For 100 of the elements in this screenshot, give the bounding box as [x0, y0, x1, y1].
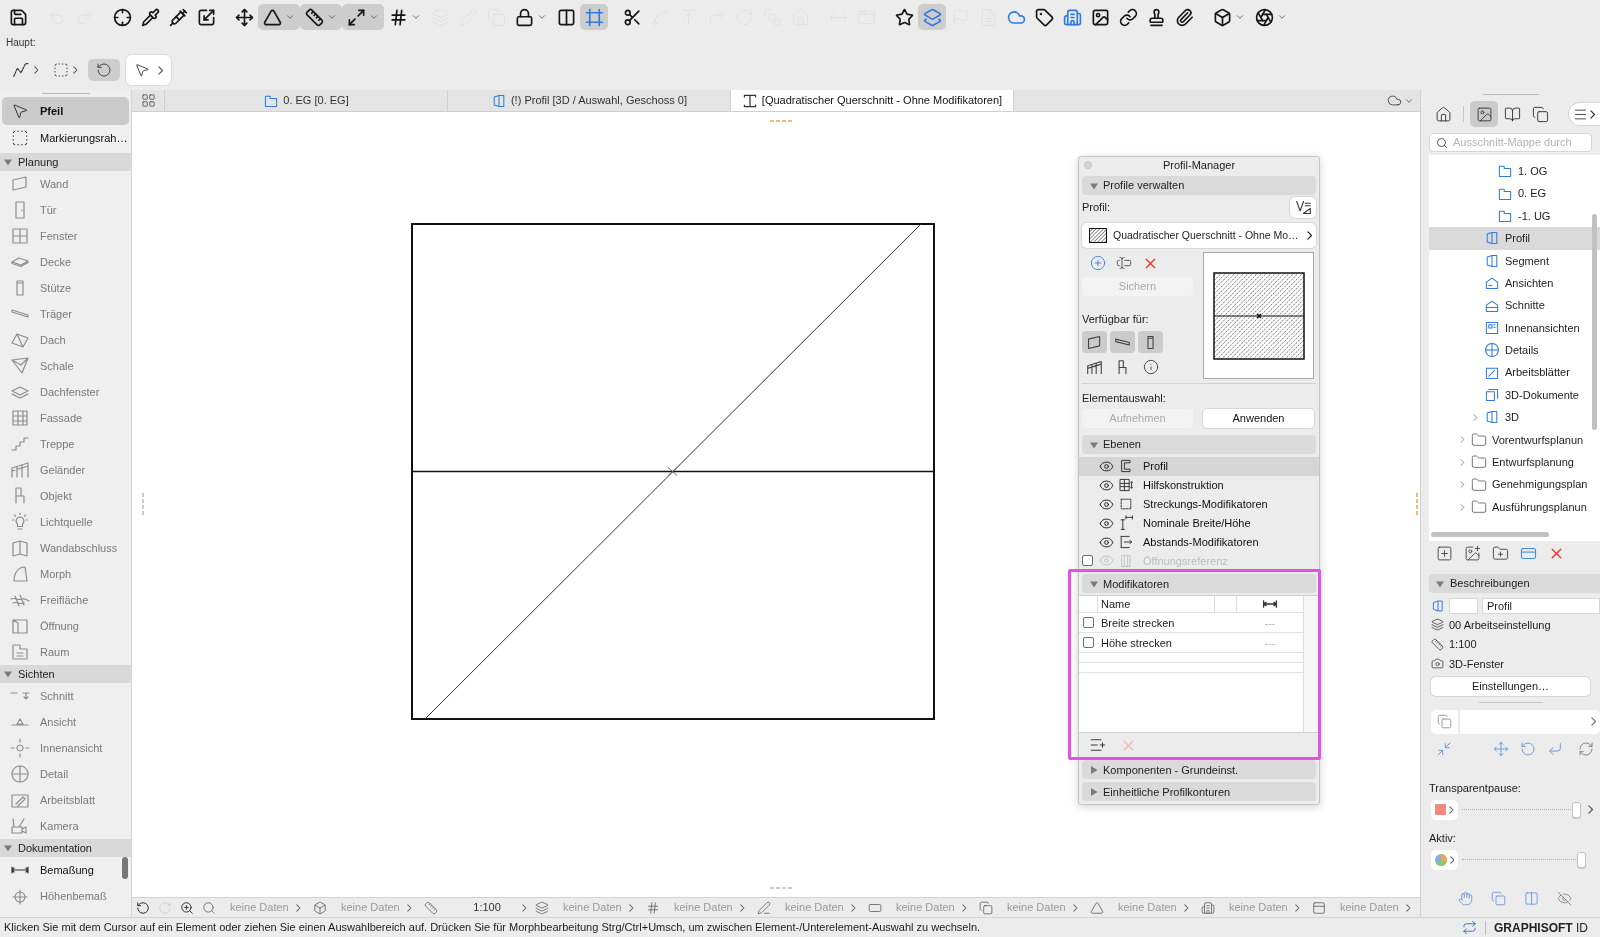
- tree-item[interactable]: Entwurfsplanung: [1429, 451, 1600, 474]
- frame-icon: [584, 7, 604, 27]
- section-header[interactable]: Einheitliche Profilkonturen: [1082, 782, 1316, 802]
- cube-icon: [313, 900, 327, 915]
- tree-item[interactable]: Genehmigungsplan: [1429, 473, 1600, 496]
- aperture-icon: [1255, 7, 1274, 27]
- section-header[interactable]: Komponenten - Grundeinst.: [1082, 760, 1316, 780]
- chevron-icon: [850, 903, 856, 912]
- tool-item[interactable]: Markierungsrah…: [2, 125, 129, 151]
- caret-icon: [369, 12, 379, 22]
- tree-item[interactable]: Schnitte: [1429, 294, 1600, 317]
- caret-icon: [4, 670, 12, 678]
- chevron-icon: [1449, 805, 1454, 814]
- folder-icon: [1471, 431, 1487, 448]
- search-field[interactable]: Ausschnitt-Mappe durch: [1429, 133, 1592, 152]
- layer-item[interactable]: Abstands-Modifikatoren: [1079, 532, 1319, 552]
- selection-button[interactable]: Anwenden: [1203, 409, 1314, 428]
- toggle-button[interactable]: [88, 59, 120, 81]
- rotate-right-icon: [158, 900, 172, 915]
- checkbox[interactable]: [1083, 637, 1094, 649]
- element-type-button[interactable]: [1110, 331, 1135, 353]
- layer-item[interactable]: Nominale Breite/Höhe: [1079, 513, 1319, 533]
- group-header[interactable]: Dokumentation: [0, 839, 131, 857]
- hatch-swatch-icon: [1089, 228, 1107, 243]
- layers-icon: [535, 900, 549, 915]
- section-header[interactable]: Profile verwalten: [1082, 176, 1316, 195]
- slider-track[interactable]: [1462, 851, 1586, 868]
- profile-options-button[interactable]: [1290, 196, 1316, 218]
- tree-item[interactable]: 3D: [1429, 406, 1600, 429]
- account-label: GRAPHISOFT ID: [1494, 919, 1589, 937]
- checkbox[interactable]: [1082, 555, 1093, 567]
- ruler-icon: [1431, 637, 1444, 651]
- slider-thumb[interactable]: [1577, 851, 1586, 868]
- tree-item[interactable]: Profil: [1429, 227, 1600, 250]
- tree-item[interactable]: Innenansichten: [1429, 316, 1600, 340]
- picture-icon: [1475, 105, 1493, 123]
- color-swatch-icon: [1435, 804, 1447, 815]
- slider-thumb[interactable]: [1572, 801, 1581, 818]
- tab[interactable]: [Quadratischer Querschnitt - Ohne Modifikatoren]: [731, 90, 1014, 111]
- element-type-button[interactable]: [1138, 331, 1163, 353]
- dashed-square-icon: [11, 129, 29, 147]
- navigator-menu-button[interactable]: [1569, 103, 1600, 125]
- group-header[interactable]: Sichten: [0, 665, 131, 683]
- section-header[interactable]: Beschreibungen: [1429, 574, 1600, 593]
- section-header[interactable]: Modifikatoren: [1082, 574, 1316, 594]
- tree-item[interactable]: 1. OG: [1429, 160, 1600, 183]
- scrollbar[interactable]: [1592, 214, 1597, 430]
- scrollbar[interactable]: [122, 857, 128, 879]
- tree-item[interactable]: Segment: [1429, 249, 1600, 272]
- tree-item[interactable]: Arbeitsblätter: [1429, 361, 1600, 384]
- toolbar-button[interactable]: [342, 4, 384, 30]
- quick-option-button[interactable]: 1:100: [420, 898, 531, 917]
- id-field[interactable]: [1449, 598, 1478, 614]
- section-label: Verfügbar für:: [1082, 312, 1150, 326]
- column-header[interactable]: Name: [1098, 596, 1215, 613]
- settings-button[interactable]: Einstellungen…: [1431, 676, 1590, 696]
- railing-icon: [1086, 358, 1103, 376]
- tool-item[interactable]: Pfeil: [2, 97, 129, 125]
- rotate-icon: [96, 62, 112, 78]
- tab[interactable]: 0. EG [0. EG]: [165, 90, 448, 111]
- hand-icon: [1457, 890, 1473, 906]
- copy-icon: [1531, 105, 1549, 123]
- refresh-icon: [1578, 740, 1594, 757]
- building-icon: [1201, 900, 1215, 915]
- tree-item[interactable]: 3D-Dokumente: [1429, 383, 1600, 407]
- tree-item[interactable]: 0. EG: [1429, 182, 1600, 205]
- section-header[interactable]: Ebenen: [1082, 435, 1316, 454]
- tree-item[interactable]: Vorentwurfsplanun: [1429, 428, 1600, 452]
- tree-item[interactable]: Ausführungsplanun: [1429, 495, 1600, 519]
- slider-track[interactable]: [1462, 801, 1581, 818]
- navigator-view-button[interactable]: [1470, 101, 1498, 127]
- house-outline-icon: [1484, 275, 1500, 292]
- scrollbar-track[interactable]: [1303, 596, 1319, 733]
- table-cell-text: Höhe strecken: [1100, 635, 1173, 651]
- trace-color-button[interactable]: [1431, 799, 1458, 820]
- scrollbar[interactable]: [1431, 532, 1549, 537]
- elevation-marker-icon: [10, 718, 30, 726]
- layer-item[interactable]: Streckungs-Modifikatoren: [1079, 494, 1319, 514]
- tool-item[interactable]: Bemaßung: [2, 857, 129, 883]
- tree-item[interactable]: -1. UG: [1429, 204, 1600, 228]
- group-header[interactable]: Planung: [0, 153, 131, 171]
- element-type-button[interactable]: [1082, 331, 1107, 353]
- toolbar-button[interactable]: [258, 4, 300, 30]
- syringe-icon: [168, 7, 188, 27]
- tree-item[interactable]: Details: [1429, 339, 1600, 362]
- eye-icon: [1098, 496, 1114, 512]
- layered-squares-icon: [922, 7, 942, 27]
- profile-dropdown[interactable]: Quadratischer Querschnitt - Ohne Mo…: [1082, 223, 1316, 248]
- checkbox[interactable]: [1083, 617, 1094, 629]
- name-field[interactable]: Profil: [1482, 598, 1600, 614]
- detail-text: 00 Arbeitseinstellung: [1449, 617, 1551, 633]
- tree-item[interactable]: Ansichten: [1429, 271, 1600, 295]
- ruler-icon: [305, 7, 324, 27]
- pointer-tool-button[interactable]: [126, 55, 171, 85]
- caret-icon: [1090, 765, 1098, 774]
- layer-item[interactable]: Hilfskonstruktion: [1079, 475, 1319, 495]
- layout-preview-button[interactable]: [1431, 709, 1458, 734]
- layer-item[interactable]: Profil: [1079, 457, 1319, 476]
- caret-icon: [285, 12, 295, 22]
- active-mode-button[interactable]: [1431, 849, 1458, 870]
